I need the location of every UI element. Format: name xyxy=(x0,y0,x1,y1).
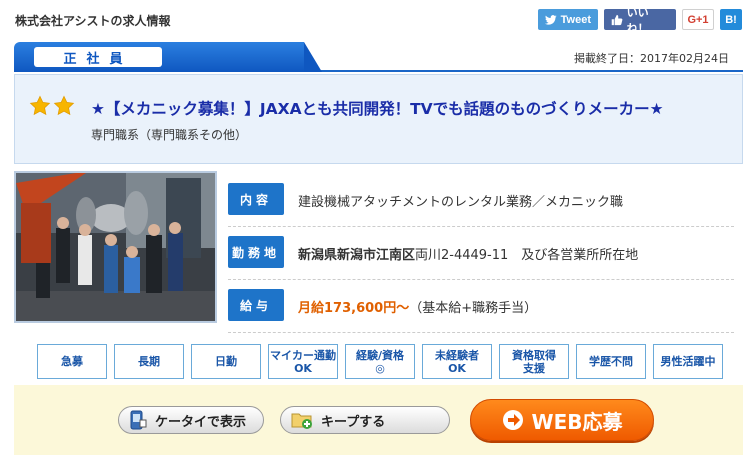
gplus-label: G+1 xyxy=(687,13,709,26)
job-title[interactable]: ★【メカニック募集！】JAXAとも共同開発！TVでも話題のものづくりメーカー★ xyxy=(91,97,664,119)
web-apply-label: WEB応募 xyxy=(531,409,623,434)
tag-sublabel: OK xyxy=(448,361,466,375)
tag-item: 急募 xyxy=(37,344,107,379)
hatena-label: B! xyxy=(725,13,737,26)
tag-sublabel: ◎ xyxy=(375,361,385,375)
rating-stars xyxy=(29,95,75,117)
tag-label: 長期 xyxy=(138,355,160,368)
action-bar: ケータイで表示 キープする WEB応募 xyxy=(14,385,743,455)
job-title-box: ★【メカニック募集！】JAXAとも共同開発！TVでも話題のものづくりメーカー★ … xyxy=(14,74,743,164)
twitter-bird-icon xyxy=(545,14,557,25)
detail-row-location: 勤務地 新潟県新潟市江南区両川2-4449-11 及び各営業所所在地 xyxy=(228,227,734,280)
posting-end-date: 掲載終了日：2017年02月24日 xyxy=(574,52,729,65)
tag-label: 資格取得 xyxy=(512,348,556,362)
detail-value: 建設機械アタッチメントのレンタル業務／メカニック職 xyxy=(298,195,624,210)
tag-label: 急募 xyxy=(61,355,83,368)
tag-sublabel: OK xyxy=(294,361,312,375)
mobile-phone-icon xyxy=(130,410,147,430)
tag-item: 長期 xyxy=(114,344,184,379)
feature-tags: 急募 長期 日勤 マイカー通勤 OK 経験/資格 ◎ 未経験者 OK 資格取得 支援 学… xyxy=(37,344,723,379)
salary-main: 月給173,600円～ xyxy=(298,301,410,316)
tag-item: マイカー通勤 OK xyxy=(268,344,338,379)
tag-label: 日勤 xyxy=(215,355,237,368)
arrow-right-icon xyxy=(502,410,523,430)
location-rest: 両川2-4449-11 及び各営業所所在地 xyxy=(415,248,639,263)
thumbs-up-icon xyxy=(611,14,623,25)
tweet-label: Tweet xyxy=(560,13,591,26)
mobile-view-button[interactable]: ケータイで表示 xyxy=(118,406,264,434)
workplace-photo xyxy=(14,171,217,323)
detail-label: 内容 xyxy=(228,183,284,215)
social-buttons: Tweet いいね！ G+1 B! xyxy=(538,7,742,35)
like-label: いいね！ xyxy=(626,6,649,35)
location-main: 新潟県新潟市江南区 xyxy=(298,248,416,263)
tag-label: 未経験者 xyxy=(435,348,479,362)
tag-label: 学歴不問 xyxy=(589,355,633,368)
detail-value: 月給173,600円～（基本給+職務手当） xyxy=(298,297,537,316)
detail-label: 給与 xyxy=(228,289,284,321)
job-header-band: 正社員 掲載終了日：2017年02月24日 xyxy=(14,42,743,72)
mobile-view-label: ケータイで表示 xyxy=(155,414,247,430)
hatena-bookmark-button[interactable]: B! xyxy=(720,9,742,30)
tag-item: 男性活躍中 xyxy=(653,344,723,379)
job-category: 専門職系（専門職系その他） xyxy=(91,128,248,142)
keep-button[interactable]: キープする xyxy=(280,406,450,434)
tag-item: 経験/資格 ◎ xyxy=(345,344,415,379)
tag-label: 男性活躍中 xyxy=(660,355,716,368)
tag-sublabel: 支援 xyxy=(523,361,545,375)
staff-group-photo xyxy=(16,173,215,321)
keep-label: キープする xyxy=(321,414,386,430)
web-apply-button[interactable]: WEB応募 xyxy=(470,399,654,441)
tag-label: マイカー通勤 xyxy=(270,348,336,362)
tag-item: 資格取得 支援 xyxy=(499,344,569,379)
tweet-button[interactable]: Tweet xyxy=(538,9,598,30)
tag-label: 経験/資格 xyxy=(355,348,405,362)
job-details: 内容 建設機械アタッチメントのレンタル業務／メカニック職 勤務地 新潟県新潟市江… xyxy=(228,174,734,333)
detail-row-salary: 給与 月給173,600円～（基本給+職務手当） xyxy=(228,280,734,333)
tag-item: 未経験者 OK xyxy=(422,344,492,379)
facebook-like-button[interactable]: いいね！ xyxy=(604,7,676,35)
salary-rest: （基本給+職務手当） xyxy=(409,301,538,316)
detail-value: 新潟県新潟市江南区両川2-4449-11 及び各営業所所在地 xyxy=(298,244,638,263)
tag-item: 学歴不問 xyxy=(576,344,646,379)
detail-row-content: 内容 建設機械アタッチメントのレンタル業務／メカニック職 xyxy=(228,174,734,227)
star-icon xyxy=(53,95,75,116)
employment-type-badge: 正社員 xyxy=(34,47,162,67)
tag-item: 日勤 xyxy=(191,344,261,379)
google-plus-button[interactable]: G+1 xyxy=(682,9,714,30)
top-bar: 株式会社アシストの求人情報 Tweet いいね！ G+1 B! xyxy=(0,0,752,40)
detail-label: 勤務地 xyxy=(228,236,284,268)
folder-add-icon xyxy=(291,413,312,429)
company-name: 株式会社アシストの求人情報 xyxy=(15,14,171,28)
star-icon xyxy=(29,95,51,116)
